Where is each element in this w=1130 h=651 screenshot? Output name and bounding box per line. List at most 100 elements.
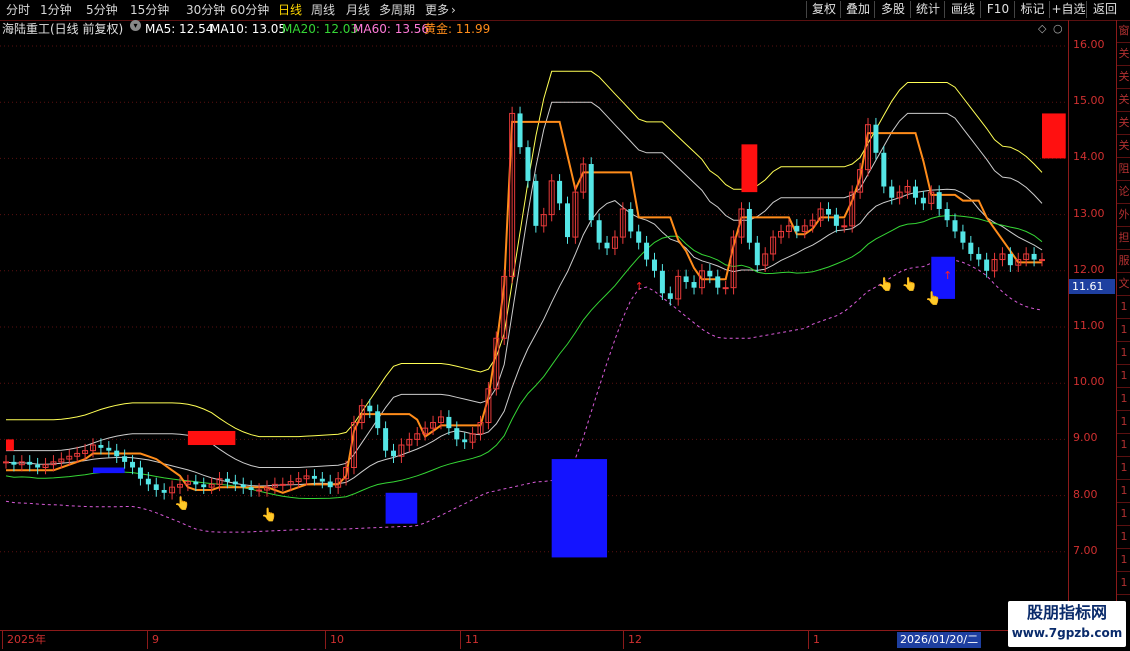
- candle-body-down: [35, 464, 41, 468]
- candle-body-down: [936, 192, 942, 209]
- period-tab-9[interactable]: 多周期: [379, 1, 415, 19]
- red-up-arrow-icon: ↑: [635, 280, 644, 293]
- price-tick-label: 12.00: [1073, 262, 1105, 276]
- red-signal-block: [741, 144, 758, 193]
- tool-button-1[interactable]: 叠加: [840, 1, 875, 18]
- candle-body-down: [153, 484, 159, 490]
- tool-button-2[interactable]: 多股: [874, 1, 911, 18]
- period-tab-4[interactable]: 30分钟: [186, 1, 225, 19]
- strip-cell: 1: [1117, 342, 1130, 365]
- candle-body-down: [319, 478, 325, 482]
- blue-signal-block: [385, 492, 418, 524]
- date-tick-label: 12: [623, 631, 642, 649]
- candle-body-down: [106, 447, 112, 451]
- tool-button-6[interactable]: 标记: [1014, 1, 1050, 18]
- price-tick-label: 15.00: [1073, 94, 1105, 108]
- candle-body-down: [984, 259, 990, 271]
- candle-body-down: [383, 428, 389, 451]
- price-axis: 16.00 15.00 14.00 13.00 12.00 11.00 10.00 9.00 8…: [1068, 20, 1117, 630]
- date-tick-label: 10: [325, 631, 344, 649]
- candle-body-down: [462, 439, 468, 443]
- candle-body-down: [588, 164, 594, 221]
- candle-body-up: [1039, 259, 1045, 262]
- tool-button-0[interactable]: 复权: [806, 1, 841, 18]
- candle-body-down: [367, 405, 373, 412]
- price-tick-label: 9.00: [1073, 431, 1098, 445]
- tool-button-5[interactable]: F10: [980, 1, 1015, 18]
- candle-body-down: [881, 152, 887, 187]
- candle-body-down: [11, 461, 17, 465]
- price-tick-label: 11.00: [1073, 319, 1105, 332]
- candle-body-down: [667, 293, 673, 299]
- candle-body-down: [517, 113, 523, 148]
- period-tab-10[interactable]: 更多: [425, 1, 449, 19]
- ma60-line: [5, 259, 1043, 533]
- current-price-marker: 11.61: [1069, 279, 1115, 294]
- strip-cell: 1: [1117, 365, 1130, 388]
- date-tick-label: 9: [147, 631, 159, 649]
- period-tab-1[interactable]: 1分钟: [40, 1, 72, 19]
- strip-cell: 1: [1117, 411, 1130, 434]
- candle-body-down: [746, 208, 752, 243]
- upper-band-line: [6, 70, 1043, 438]
- tool-button-3[interactable]: 统计: [910, 1, 945, 18]
- candle-body-down: [683, 276, 689, 283]
- candle-body-down: [232, 481, 238, 485]
- strip-cell: 关: [1117, 135, 1130, 158]
- candle-body-down: [968, 242, 974, 254]
- candle-body-down: [833, 214, 839, 226]
- candle-body-down: [944, 208, 950, 221]
- period-tab-6[interactable]: 日线: [278, 1, 302, 19]
- candle-body-down: [889, 186, 895, 198]
- candle-body-down: [912, 186, 918, 198]
- candle-body-down: [327, 481, 333, 488]
- candle-body-down: [636, 231, 642, 243]
- diamond-icon[interactable]: ◇: [1038, 22, 1046, 35]
- ma20-value: MA20: 12.03: [282, 22, 359, 36]
- blue-signal-block: [92, 467, 125, 474]
- candle-body-down: [794, 225, 800, 232]
- candle-body-down: [651, 259, 657, 271]
- price-tick-label: 13.00: [1073, 206, 1105, 220]
- tool-button-4[interactable]: 画线: [944, 1, 981, 18]
- tool-button-8[interactable]: 返回: [1086, 1, 1123, 18]
- strip-cell: 服: [1117, 250, 1130, 273]
- date-tick-label: 2025年: [2, 631, 46, 649]
- candle-body-down: [525, 147, 531, 181]
- period-tab-8[interactable]: 月线: [346, 1, 370, 19]
- price-tick-label: 8.00: [1073, 487, 1098, 501]
- stock-name: 海陆重工(日线 前复权): [2, 22, 124, 36]
- period-tab-2[interactable]: 5分钟: [86, 1, 118, 19]
- strip-cell: 1: [1117, 549, 1130, 572]
- price-tick-label: 7.00: [1073, 543, 1098, 557]
- price-tick-label: 16.00: [1073, 38, 1105, 51]
- period-tab-0[interactable]: 分时: [6, 1, 30, 19]
- candle-body-up: [256, 489, 263, 492]
- more-arrow-icon[interactable]: ›: [451, 1, 456, 19]
- red-signal-block: [6, 439, 14, 451]
- candle-body-down: [137, 467, 143, 479]
- toolbar: 分时 1分钟 5分钟 15分钟 30分钟 60分钟 日线 周线 月线 多周期 更多 › 复权 叠加 多股 统计…: [0, 0, 1130, 21]
- circle-icon[interactable]: ○: [1053, 22, 1063, 35]
- candle-body-down: [691, 282, 697, 288]
- date-axis: 1 12 11 10 9 2025年 2026/01/20/二: [0, 630, 1068, 651]
- tool-button-7[interactable]: +自选: [1049, 1, 1087, 18]
- period-tab-7[interactable]: 周线: [311, 1, 335, 19]
- strip-cell: 担: [1117, 227, 1130, 250]
- candle-body-down: [145, 478, 151, 485]
- strip-cell: 关: [1117, 112, 1130, 135]
- date-cursor-label: 2026/01/20/二: [897, 632, 982, 648]
- strip-cell: 1: [1117, 319, 1130, 342]
- candlestick-chart[interactable]: 👆👆👆 👆👆↑↑: [0, 38, 1068, 630]
- strip-cell: 文: [1117, 273, 1130, 296]
- candle-body-down: [952, 220, 958, 232]
- candle-body-down: [391, 450, 397, 457]
- candle-body-down: [130, 461, 136, 468]
- candle-body-up: [841, 225, 848, 228]
- candle-body-down: [707, 270, 713, 277]
- candle-body-up: [722, 287, 729, 290]
- period-tab-3[interactable]: 15分钟: [130, 1, 169, 19]
- period-tab-5[interactable]: 60分钟: [230, 1, 269, 19]
- candle-body-down: [644, 242, 650, 260]
- candle-body-down: [1007, 253, 1013, 266]
